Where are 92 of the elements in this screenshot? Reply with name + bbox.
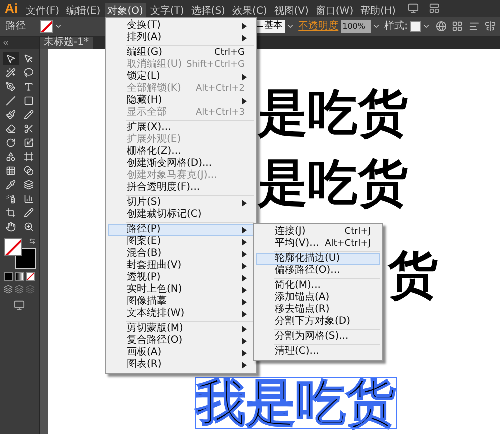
menu-item[interactable]: 创建裁切标记(C) xyxy=(108,209,254,221)
rectangle-icon xyxy=(24,96,34,106)
menu-item[interactable]: 混合(B) xyxy=(108,248,254,260)
menu-bar-item[interactable]: 窗口(W) xyxy=(312,3,357,20)
menu-item[interactable]: 切片(S) xyxy=(108,197,254,209)
scale-icon xyxy=(24,138,34,148)
none-mode-button[interactable] xyxy=(26,272,35,281)
menu-item[interactable]: 路径(P) xyxy=(108,224,254,236)
opacity-link[interactable]: 不透明度 xyxy=(298,22,339,32)
color-mode-button[interactable] xyxy=(4,272,13,281)
grid-icon[interactable] xyxy=(452,21,463,32)
object-type-label: 路径 xyxy=(6,22,26,32)
hand-icon xyxy=(6,222,16,232)
menu-bar-item[interactable]: 文字(T) xyxy=(147,3,188,20)
menu-item[interactable]: 连接(J) Ctrl+J xyxy=(256,226,380,238)
screen-mode-icon[interactable] xyxy=(14,300,25,311)
collapse-icon[interactable] xyxy=(2,39,10,47)
eraser-icon xyxy=(6,124,16,134)
menu-item[interactable]: 复合路径(O) xyxy=(108,335,254,347)
pencil-icon xyxy=(24,110,34,120)
mesh-icon xyxy=(6,166,16,176)
align-center-icon[interactable] xyxy=(485,21,496,32)
menu-item[interactable]: 轮廓化描边(U) xyxy=(256,253,380,265)
menu-item[interactable]: 简化(M)... xyxy=(256,280,380,292)
menu-item[interactable]: 图像描摹 xyxy=(108,296,254,308)
arrange-documents-icon[interactable] xyxy=(428,3,440,14)
selection-arrow-icon xyxy=(6,54,16,64)
globe-icon[interactable] xyxy=(436,21,447,32)
style-swatch[interactable] xyxy=(410,21,421,32)
direct-selection-arrow-icon xyxy=(24,54,34,64)
submenu-arrow-icon xyxy=(242,74,247,80)
menu-item[interactable]: 创建渐变网格(D)... xyxy=(108,158,254,170)
opacity-field[interactable]: 100% xyxy=(340,20,371,33)
menu-item[interactable]: 移去锚点(R) xyxy=(256,304,380,316)
menu-item[interactable]: 分割下方对象(D) xyxy=(256,316,380,328)
magic-wand-icon xyxy=(6,68,16,78)
zoom-icon xyxy=(24,222,34,232)
menu-item[interactable]: 剪切蒙版(M) xyxy=(108,323,254,335)
menu-item[interactable]: 封套扭曲(V) xyxy=(108,260,254,272)
menu-item[interactable]: 透视(P) xyxy=(108,272,254,284)
document-tab[interactable]: 未标题-1* xyxy=(40,37,93,49)
gradient-mode-button[interactable] xyxy=(15,272,24,281)
artwork-text: 我是吃货 xyxy=(196,378,396,428)
swap-icon[interactable] xyxy=(28,238,36,245)
menu-item[interactable]: 画板(A) xyxy=(108,347,254,359)
menu-item[interactable]: 排列(A) xyxy=(108,32,254,44)
menu-bar-item[interactable]: 效果(C) xyxy=(229,3,270,20)
fill-swatch[interactable] xyxy=(4,238,22,256)
dropdown-caret-icon[interactable] xyxy=(422,22,431,31)
menu-item[interactable]: 编组(G) Ctrl+G xyxy=(108,47,254,59)
menu-item[interactable]: 图表(R) xyxy=(108,359,254,371)
menu-item[interactable]: 添加锚点(A) xyxy=(256,292,380,304)
menu-item[interactable]: 偏移路径(O)... xyxy=(256,265,380,277)
menu-bar-item[interactable]: 视图(V) xyxy=(271,3,312,20)
shape-builder-icon xyxy=(6,152,16,162)
menu-item[interactable]: 图案(E) xyxy=(108,236,254,248)
align-left-icon[interactable] xyxy=(469,21,480,32)
menu-item[interactable]: 分割为网格(S)... xyxy=(256,331,380,343)
menu-bar-item[interactable]: 选择(S) xyxy=(188,3,228,20)
menu-item[interactable]: 平均(V)... Alt+Ctrl+J xyxy=(256,238,380,250)
menu-item[interactable]: 栅格化(Z)... xyxy=(108,146,254,158)
tool-button[interactable] xyxy=(2,52,18,65)
menu-item[interactable]: 拼合透明度(F)... xyxy=(108,182,254,194)
submenu-arrow-icon xyxy=(242,98,247,104)
rotate-icon xyxy=(6,138,16,148)
dropdown-caret-icon[interactable] xyxy=(54,22,63,31)
menu-bar-item[interactable]: 编辑(E) xyxy=(64,3,104,20)
menu-item[interactable]: 清理(C)... xyxy=(256,346,380,358)
menu-item[interactable]: 文本绕排(W) xyxy=(108,308,254,320)
brush-icon xyxy=(6,110,16,120)
pen-icon xyxy=(6,82,16,92)
bar-chart-icon xyxy=(24,194,34,204)
scissors-icon xyxy=(24,124,34,134)
submenu-arrow-icon xyxy=(242,200,247,206)
fill-swatch[interactable] xyxy=(40,20,53,33)
artwork-text: 是吃货 xyxy=(258,158,408,208)
type-icon xyxy=(24,82,34,92)
menu-bar-item[interactable]: 帮助(H) xyxy=(358,3,399,20)
dropdown-caret-icon[interactable] xyxy=(372,22,381,31)
menu-bar-item[interactable]: 文件(F) xyxy=(23,3,63,20)
menu-item[interactable]: 隐藏(H) xyxy=(108,95,254,107)
menu-item[interactable]: 实时上色(N) xyxy=(108,284,254,296)
menu-item[interactable]: 扩展(X)... xyxy=(108,122,254,134)
artwork-text: 货 xyxy=(388,250,438,300)
eyedropper-icon xyxy=(6,180,16,190)
menu-item[interactable]: 锁定(L) xyxy=(108,71,254,83)
app-logo: Ai xyxy=(4,2,19,15)
dropdown-caret-icon[interactable] xyxy=(286,22,295,31)
lasso-icon xyxy=(24,68,34,78)
line-icon xyxy=(6,96,16,106)
artwork-text: 是吃货 xyxy=(258,88,408,138)
style-label: 样式: xyxy=(384,22,408,32)
